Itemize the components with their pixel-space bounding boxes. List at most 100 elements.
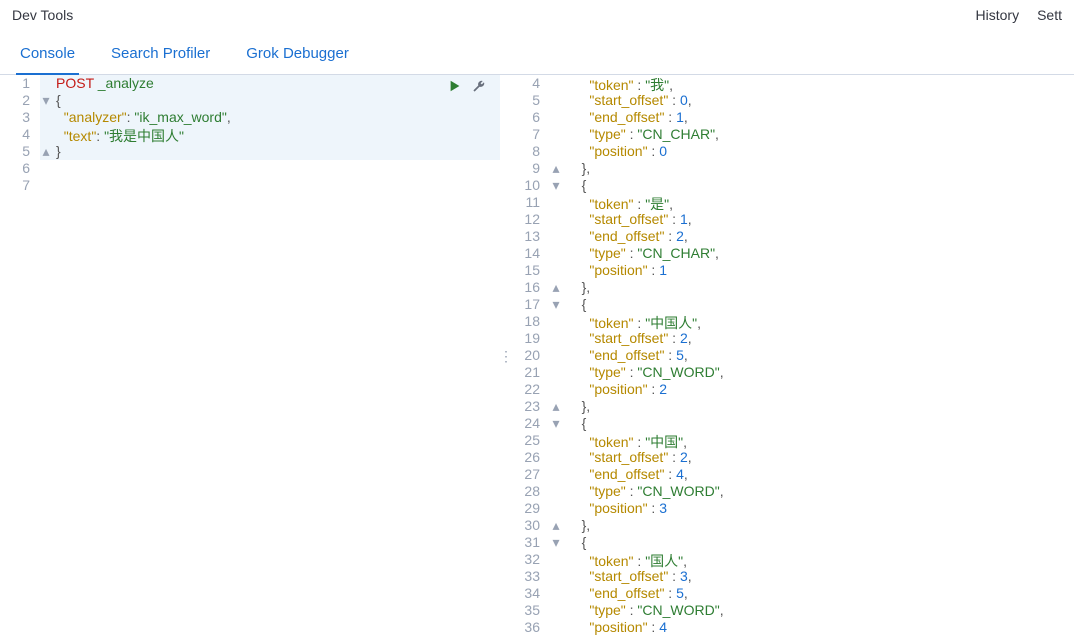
editor-line: 20 "end_offset" : 5,: [510, 347, 1074, 364]
fold-toggle[interactable]: ▾: [550, 177, 562, 194]
code-text: "token" : "我",: [562, 75, 1074, 92]
line-number: 33: [510, 568, 550, 585]
code-text: {: [562, 534, 1074, 551]
editor-line: 31▾ {: [510, 534, 1074, 551]
fold-toggle[interactable]: ▴: [550, 160, 562, 177]
editor-line: 6: [0, 160, 500, 177]
line-number: 30: [510, 517, 550, 534]
tab-grok-debugger[interactable]: Grok Debugger: [242, 35, 353, 74]
play-icon[interactable]: [448, 79, 462, 96]
editor-line: 18 "token" : "中国人",: [510, 313, 1074, 330]
fold-toggle: [40, 109, 52, 126]
code-text: "end_offset" : 2,: [562, 228, 1074, 245]
line-number: 24: [510, 415, 550, 432]
response-viewer[interactable]: 4 "token" : "我",5 "start_offset" : 0,6 "…: [510, 75, 1074, 637]
fold-toggle: [550, 211, 562, 228]
line-number: 36: [510, 619, 550, 636]
history-link[interactable]: History: [976, 7, 1020, 23]
editor-line: 9▴ },: [510, 160, 1074, 177]
line-number: 5: [510, 92, 550, 109]
fold-toggle: [550, 262, 562, 279]
line-number: 9: [510, 160, 550, 177]
fold-toggle[interactable]: ▴: [550, 398, 562, 415]
fold-toggle: [550, 313, 562, 330]
line-number: 17: [510, 296, 550, 313]
fold-toggle: [550, 449, 562, 466]
pane-resize-handle[interactable]: ⋮: [500, 75, 510, 637]
code-text: "token" : "中国",: [562, 432, 1074, 449]
editor-line: 32 "token" : "国人",: [510, 551, 1074, 568]
fold-toggle[interactable]: ▴: [550, 517, 562, 534]
code-text: }: [52, 143, 500, 160]
code-text: "start_offset" : 3,: [562, 568, 1074, 585]
editor-line: 17▾ {: [510, 296, 1074, 313]
tab-console[interactable]: Console: [16, 35, 79, 74]
fold-toggle: [550, 75, 562, 92]
editor-line: 7 "type" : "CN_CHAR",: [510, 126, 1074, 143]
fold-toggle[interactable]: ▾: [550, 534, 562, 551]
editor-line: 6 "end_offset" : 1,: [510, 109, 1074, 126]
line-number: 25: [510, 432, 550, 449]
tab-search-profiler[interactable]: Search Profiler: [107, 35, 214, 74]
line-number: 31: [510, 534, 550, 551]
line-number: 18: [510, 313, 550, 330]
fold-toggle: [550, 602, 562, 619]
code-text: [52, 177, 500, 194]
editor-line: 36 "position" : 4: [510, 619, 1074, 636]
code-text: "type" : "CN_WORD",: [562, 483, 1074, 500]
editor-line: 29 "position" : 3: [510, 500, 1074, 517]
fold-toggle: [550, 194, 562, 211]
fold-toggle: [550, 432, 562, 449]
fold-toggle[interactable]: ▴: [40, 143, 52, 160]
line-number: 5: [0, 143, 40, 160]
editor-line: 15 "position" : 1: [510, 262, 1074, 279]
split-panes: 1POST _analyze2▾{3 "analyzer": "ik_max_w…: [0, 75, 1074, 637]
code-text: "analyzer": "ik_max_word",: [52, 109, 500, 126]
request-actions: [448, 79, 486, 96]
line-number: 3: [0, 109, 40, 126]
fold-toggle: [550, 500, 562, 517]
fold-toggle[interactable]: ▾: [550, 296, 562, 313]
fold-toggle: [550, 109, 562, 126]
code-text: "end_offset" : 5,: [562, 585, 1074, 602]
fold-toggle[interactable]: ▾: [550, 415, 562, 432]
code-text: [52, 160, 500, 177]
editor-line: 33 "start_offset" : 3,: [510, 568, 1074, 585]
line-number: 34: [510, 585, 550, 602]
fold-toggle[interactable]: ▾: [40, 92, 52, 109]
request-editor[interactable]: 1POST _analyze2▾{3 "analyzer": "ik_max_w…: [0, 75, 500, 637]
wrench-icon[interactable]: [472, 79, 486, 96]
code-text: "start_offset" : 1,: [562, 211, 1074, 228]
editor-line: 14 "type" : "CN_CHAR",: [510, 245, 1074, 262]
fold-toggle: [550, 228, 562, 245]
code-text: "text": "我是中国人": [52, 126, 500, 143]
code-text: },: [562, 398, 1074, 415]
line-number: 2: [0, 92, 40, 109]
editor-line: 11 "token" : "是",: [510, 194, 1074, 211]
editor-line: 8 "position" : 0: [510, 143, 1074, 160]
line-number: 6: [510, 109, 550, 126]
editor-line: 2▾{: [0, 92, 500, 109]
editor-line: 5 "start_offset" : 0,: [510, 92, 1074, 109]
line-number: 23: [510, 398, 550, 415]
code-text: "token" : "中国人",: [562, 313, 1074, 330]
code-text: "position" : 3: [562, 500, 1074, 517]
tab-bar: Console Search Profiler Grok Debugger: [0, 30, 1074, 75]
settings-link[interactable]: Sett: [1037, 7, 1062, 23]
fold-toggle[interactable]: ▴: [550, 279, 562, 296]
editor-line: 1POST _analyze: [0, 75, 500, 92]
fold-toggle: [40, 160, 52, 177]
code-text: },: [562, 160, 1074, 177]
editor-line: 10▾ {: [510, 177, 1074, 194]
editor-line: 24▾ {: [510, 415, 1074, 432]
editor-line: 12 "start_offset" : 1,: [510, 211, 1074, 228]
line-number: 28: [510, 483, 550, 500]
fold-toggle: [40, 75, 52, 92]
fold-toggle: [550, 466, 562, 483]
code-text: "start_offset" : 2,: [562, 449, 1074, 466]
editor-line: 4 "text": "我是中国人": [0, 126, 500, 143]
fold-toggle: [550, 364, 562, 381]
editor-line: 4 "token" : "我",: [510, 75, 1074, 92]
code-text: "token" : "是",: [562, 194, 1074, 211]
line-number: 15: [510, 262, 550, 279]
